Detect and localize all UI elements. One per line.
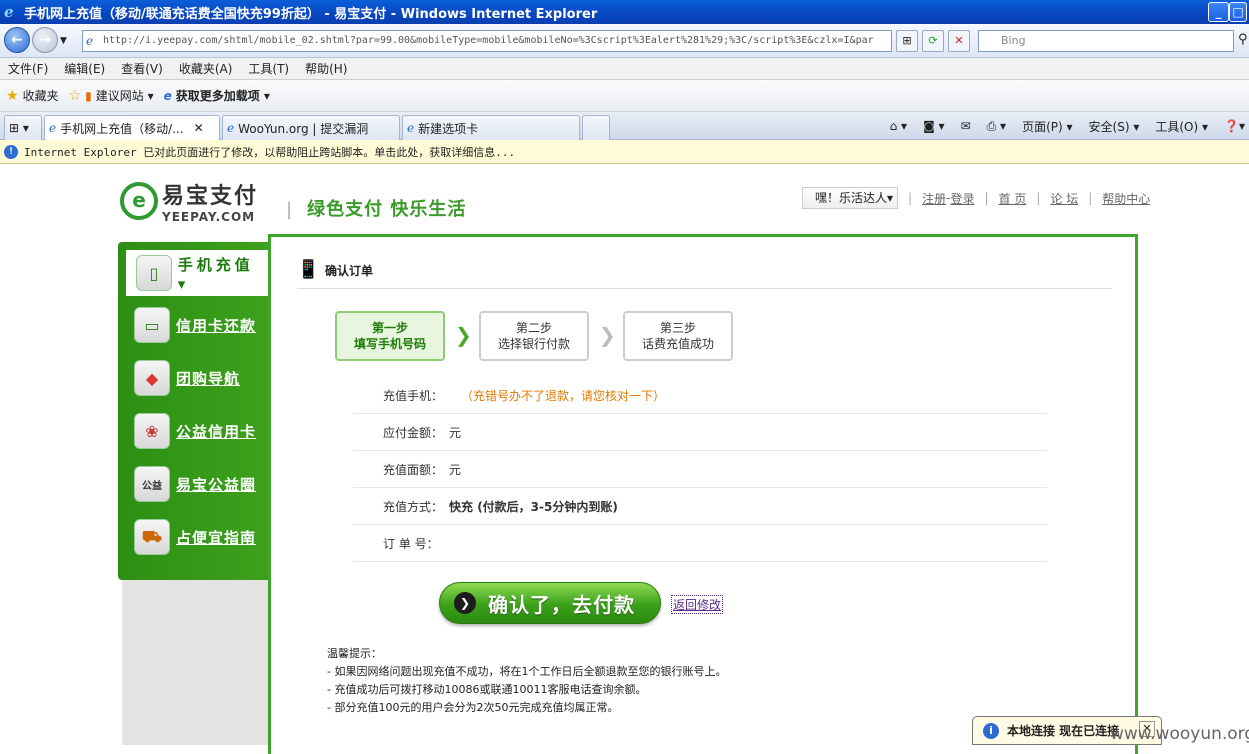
help-icon[interactable]: ❓▾ <box>1224 119 1245 133</box>
row-face-value: 充值面额： 元 <box>353 451 1047 488</box>
ie-tab-icon: e <box>49 121 57 135</box>
yeepay-logo-icon: e <box>120 182 158 220</box>
order-panel: 📱 确认订单 第一步 填写手机号码 ❯ 第二步 选择银行付款 ❯ 第三步 话费充值成功… <box>268 234 1138 754</box>
tab-close-icon[interactable]: ✕ <box>194 121 204 135</box>
help-center-link[interactable]: 帮助中心 <box>1102 190 1150 207</box>
info-icon: i <box>983 722 999 739</box>
credit-card-icon: ▭ <box>134 307 170 343</box>
row-order-number: 订 单 号： <box>353 525 1047 562</box>
address-bar: ← → ▼ e http://i.yeepay.com/shtml/mobile… <box>0 24 1249 58</box>
register-link[interactable]: 注册 <box>922 190 946 207</box>
mobile-phone-icon: 📱 <box>297 259 320 280</box>
suggest-icon: ▮ <box>85 88 92 103</box>
stop-button[interactable]: ✕ <box>948 30 970 52</box>
add-favorite-icon: ☆ <box>68 87 82 104</box>
ie-tab-icon: e <box>407 121 415 135</box>
slogan: | 绿色支付 快乐生活 <box>286 199 467 220</box>
command-bar: ⌂ ▾ ◙ ▾ ✉ ⎙ ▾ 页面(P) ▾ 安全(S) ▾ 工具(O) ▾ ❓▾ <box>874 112 1249 140</box>
sidebar-shadow <box>122 580 268 745</box>
tab-recharge[interactable]: e 手机网上充值（移动/... ✕ <box>44 115 220 140</box>
step-3: 第三步 话费充值成功 <box>623 311 733 361</box>
home-icon[interactable]: ⌂ ▾ <box>890 119 907 133</box>
shopping-cart-icon: ⛟ <box>134 519 170 555</box>
ie-logo-icon: e <box>4 3 14 21</box>
step-2: 第二步 选择银行付款 <box>479 311 589 361</box>
tab-wooyun[interactable]: e WooYun.org | 提交漏洞 <box>222 115 400 140</box>
login-link[interactable]: 登录 <box>950 190 974 207</box>
phone-icon: ▯ <box>136 255 172 291</box>
tips: 温馨提示： - 如果因网络问题出现充值不成功，将在1个工作日后全额退款至您的银行… <box>327 647 727 714</box>
confirm-pay-button[interactable]: ❯ 确认了，去付款 <box>439 582 661 624</box>
search-placeholder: Bing <box>1001 34 1026 47</box>
print-icon[interactable]: ⎙ ▾ <box>987 119 1006 134</box>
get-addons-button[interactable]: e 获取更多加载项 ▾ <box>164 87 270 104</box>
row-amount-due: 应付金额： 元 <box>353 414 1047 451</box>
tools-menu[interactable]: 工具(O) ▾ <box>1155 118 1208 135</box>
header-divider <box>297 288 1112 289</box>
window-title: 手机网上充值（移动/联通充话费全国快充99折起） - 易宝支付 - Window… <box>24 6 598 22</box>
ie-tab-icon: e <box>227 121 235 135</box>
star-icon: ★ <box>6 87 19 104</box>
compat-view-button[interactable]: ⊞ <box>896 30 918 52</box>
menu-help[interactable]: 帮助(H) <box>305 60 347 77</box>
sidebar-item-credit-card[interactable]: ▭ 信用卡还款 <box>134 305 270 345</box>
user-dropdown[interactable]: 嘿！乐活达人▾ <box>802 187 899 209</box>
row-method: 充值方式： 快充 (付款后，3-5分钟内到账) <box>353 488 1047 525</box>
order-header: 📱 确认订单 <box>297 259 374 280</box>
watermark: www.wooyun.org <box>1110 724 1249 744</box>
history-dropdown-icon[interactable]: ▼ <box>60 36 67 46</box>
minimize-button[interactable]: _ <box>1208 2 1229 22</box>
url-text: http://i.yeepay.com/shtml/mobile_02.shtm… <box>103 35 874 46</box>
home-link[interactable]: 首 页 <box>999 190 1027 207</box>
mail-icon[interactable]: ✉ <box>961 119 971 133</box>
page-icon: e <box>86 34 94 48</box>
quick-tabs-button[interactable]: ⊞ ▾ <box>4 115 42 140</box>
yeepay-logo[interactable]: e 易宝支付 YEEPAY.COM <box>120 178 258 224</box>
search-input[interactable]: Bing <box>978 30 1234 52</box>
back-edit-link[interactable]: 返回修改 <box>671 595 724 614</box>
menu-file[interactable]: 文件(F) <box>8 60 48 77</box>
url-input[interactable]: e http://i.yeepay.com/shtml/mobile_02.sh… <box>82 30 892 52</box>
group-buy-icon: ◆ <box>134 360 170 396</box>
menu-edit[interactable]: 编辑(E) <box>64 60 105 77</box>
tab-new[interactable]: e 新建选项卡 <box>402 115 580 140</box>
sidebar: ▯ 手机充值 ▾ ▭ 信用卡还款 ◆ 团购导航 ❀ 公益信用卡 公益 易宝公益圈… <box>118 242 274 580</box>
sidebar-item-bargain-guide[interactable]: ⛟ 占便宜指南 <box>134 517 270 557</box>
shield-icon: ! <box>4 144 18 159</box>
arrow-right-icon: ❯ <box>454 592 476 614</box>
safety-menu[interactable]: 安全(S) ▾ <box>1089 118 1140 135</box>
page-menu[interactable]: 页面(P) ▾ <box>1022 118 1072 135</box>
sidebar-item-group-buy[interactable]: ◆ 团购导航 <box>134 358 270 398</box>
sidebar-item-mobile-recharge[interactable]: ▯ 手机充值 ▾ <box>126 250 274 296</box>
search-icon[interactable]: ⚲ <box>1238 32 1248 47</box>
back-button[interactable]: ← <box>4 27 30 53</box>
menu-tools[interactable]: 工具(T) <box>248 60 289 77</box>
suggested-sites-button[interactable]: ☆ ▮ 建议网站 ▾ <box>69 87 154 104</box>
forward-button[interactable]: → <box>32 27 58 53</box>
maximize-button[interactable]: □ <box>1229 2 1247 22</box>
forum-link[interactable]: 论 坛 <box>1050 190 1078 207</box>
menu-view[interactable]: 查看(V) <box>121 60 163 77</box>
favorites-button[interactable]: ★ 收藏夹 <box>6 87 59 104</box>
sidebar-item-charity-circle[interactable]: 公益 易宝公益圈 <box>134 464 270 504</box>
step-arrow-icon: ❯ <box>599 323 616 347</box>
feeds-icon[interactable]: ◙ ▾ <box>923 119 944 133</box>
charity-card-icon: ❀ <box>134 413 170 449</box>
step-1: 第一步 填写手机号码 <box>335 311 445 361</box>
menu-favorites[interactable]: 收藏夹(A) <box>179 60 233 77</box>
window-title-bar: e 手机网上充值（移动/联通充话费全国快充99折起） - 易宝支付 - Wind… <box>0 0 1249 24</box>
charity-circle-icon: 公益 <box>134 466 170 502</box>
menu-bar: 文件(F) 编辑(E) 查看(V) 收藏夹(A) 工具(T) 帮助(H) <box>0 58 1249 80</box>
phone-warning: （充错号办不了退款，请您核对一下） <box>461 388 666 403</box>
row-phone: 充值手机： （充错号办不了退款，请您核对一下） <box>353 377 1047 414</box>
step-arrow-icon: ❯ <box>455 323 472 347</box>
new-tab-button[interactable] <box>582 115 610 140</box>
top-nav: 嘿！乐活达人▾ | 注册 - 登录 | 首 页 | 论 坛 | 帮助中心 <box>802 187 1150 209</box>
page-content: e 易宝支付 YEEPAY.COM | 绿色支付 快乐生活 嘿！乐活达人▾ | 注… <box>0 164 1249 754</box>
xss-filter-infobar[interactable]: ! Internet Explorer 已对此页面进行了修改，以帮助阻止跨站脚本… <box>0 140 1249 164</box>
sidebar-item-charity-card[interactable]: ❀ 公益信用卡 <box>134 411 270 451</box>
favorites-bar: ★ 收藏夹 ☆ ▮ 建议网站 ▾ e 获取更多加载项 ▾ <box>0 80 1249 112</box>
ie-addon-icon: e <box>163 88 172 103</box>
refresh-button[interactable]: ⟳ <box>922 30 944 52</box>
